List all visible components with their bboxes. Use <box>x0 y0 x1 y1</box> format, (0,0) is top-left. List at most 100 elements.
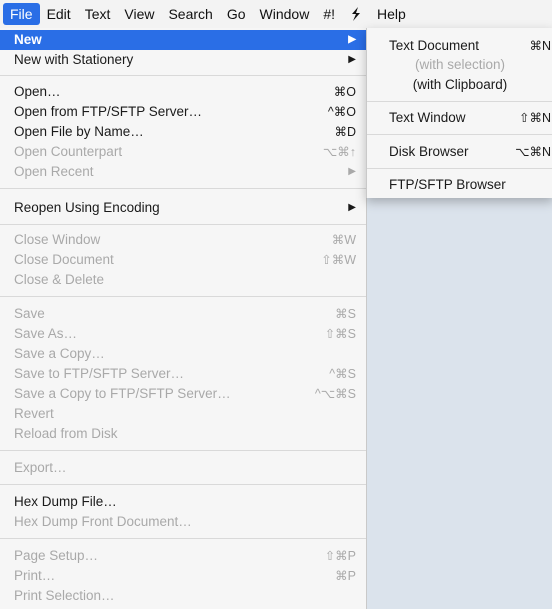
menu-item-shortcut: ⇧⌘S <box>324 327 356 341</box>
menu-item-open-ftp[interactable]: Open from FTP/SFTP Server… ^⌘O <box>14 102 356 122</box>
menu-go[interactable]: Go <box>220 3 253 25</box>
menu-edit[interactable]: Edit <box>40 3 78 25</box>
menu-search[interactable]: Search <box>161 3 219 25</box>
menu-item-revert: Revert <box>14 404 356 424</box>
menu-item-label: Revert <box>14 406 54 421</box>
menu-item-shortcut: ⌘S <box>335 307 356 321</box>
menu-item-save: Save ⌘S <box>14 304 356 324</box>
menu-item-label: Save a Copy to FTP/SFTP Server… <box>14 386 231 401</box>
menu-view[interactable]: View <box>117 3 161 25</box>
menu-item-label: (with Clipboard) <box>412 77 508 92</box>
menu-separator <box>367 168 552 169</box>
menu-item-label: Export… <box>14 460 67 475</box>
menu-item-save-copy-ftp: Save a Copy to FTP/SFTP Server… ^⌥⌘S <box>14 384 356 404</box>
menu-item-label: Reopen Using Encoding <box>14 200 160 215</box>
menu-item-label: Close Window <box>14 232 101 247</box>
menu-item-reopen-encoding[interactable]: Reopen Using Encoding ▶ <box>14 198 356 218</box>
menu-item-shortcut: ⌘N <box>529 39 551 53</box>
menu-item-close-delete: Close & Delete <box>14 270 356 290</box>
submenu-arrow-icon: ▶ <box>348 34 356 45</box>
menu-item-label: Close Document <box>14 252 114 267</box>
menu-item-shortcut: ⌘O <box>333 85 356 99</box>
menu-item-label: Open Counterpart <box>14 144 123 159</box>
menu-item-new-with-stationery[interactable]: New with Stationery ▶ <box>14 50 356 70</box>
menu-shebang[interactable]: #! <box>316 3 342 25</box>
menu-item-label: Save to FTP/SFTP Server… <box>14 366 185 381</box>
submenu-arrow-icon: ▶ <box>348 166 356 177</box>
menu-item-export: Export… <box>14 458 356 478</box>
menu-separator <box>0 224 366 225</box>
new-submenu: Text Document ⌘N (with selection) (with … <box>366 28 552 198</box>
menu-item-label: Save As… <box>14 326 78 341</box>
menu-item-label: Open… <box>14 84 61 99</box>
menu-item-save-ftp: Save to FTP/SFTP Server… ^⌘S <box>14 364 356 384</box>
menu-item-hex-dump-front: Hex Dump Front Document… <box>14 512 356 532</box>
menu-item-shortcut: ^⌘S <box>329 367 356 381</box>
menu-item-label: New <box>14 32 42 47</box>
menu-item-close-window: Close Window ⌘W <box>14 230 356 250</box>
menu-item-label: FTP/SFTP Browser <box>389 177 506 192</box>
submenu-item-ftp-browser[interactable]: FTP/SFTP Browser <box>389 175 551 195</box>
menu-item-shortcut: ⇧⌘N <box>518 111 551 125</box>
menu-item-label: Disk Browser <box>389 144 469 159</box>
menu-item-page-setup: Page Setup… ⇧⌘P <box>14 546 356 566</box>
menu-file[interactable]: File <box>3 3 40 25</box>
menu-item-label: Hex Dump Front Document… <box>14 514 192 529</box>
menu-item-label: Text Document <box>389 38 480 53</box>
menu-item-reload: Reload from Disk <box>14 424 356 444</box>
menu-item-shortcut: ⇧⌘P <box>324 549 356 563</box>
menu-separator <box>0 188 366 189</box>
menu-separator <box>367 101 552 102</box>
menu-item-save-copy: Save a Copy… <box>14 344 356 364</box>
menu-separator <box>367 134 552 135</box>
menu-item-shortcut: ⌘P <box>335 569 356 583</box>
submenu-arrow-icon: ▶ <box>348 54 356 65</box>
menu-separator <box>0 484 366 485</box>
menu-separator <box>0 450 366 451</box>
menu-item-hex-dump-file[interactable]: Hex Dump File… <box>14 492 356 512</box>
menu-help[interactable]: Help <box>370 3 413 25</box>
menu-item-open[interactable]: Open… ⌘O <box>14 82 356 102</box>
menu-window[interactable]: Window <box>253 3 317 25</box>
menu-scripts[interactable] <box>342 3 370 25</box>
submenu-item-text-window[interactable]: Text Window ⇧⌘N <box>389 108 551 128</box>
menu-item-shortcut: ⌥⌘↑ <box>322 145 356 159</box>
menu-item-new[interactable]: New ▶ <box>0 30 366 50</box>
submenu-item-with-clipboard[interactable]: (with Clipboard) <box>367 75 552 95</box>
menu-item-label: Save a Copy… <box>14 346 105 361</box>
menu-item-label: (with selection) <box>414 57 506 72</box>
menu-item-shortcut: ⌥⌘N <box>515 145 551 159</box>
menu-item-open-recent: Open Recent ▶ <box>14 162 356 182</box>
menu-text[interactable]: Text <box>78 3 118 25</box>
menu-item-shortcut: ⇧⌘W <box>321 253 356 267</box>
menu-item-label: Reload from Disk <box>14 426 118 441</box>
menu-item-shortcut: ^⌘O <box>327 105 356 119</box>
menu-separator <box>0 538 366 539</box>
lightning-script-icon <box>352 7 360 21</box>
menu-item-label: Text Window <box>389 110 466 125</box>
menu-item-label: Open Recent <box>14 164 94 179</box>
menu-separator <box>0 296 366 297</box>
menu-item-label: Open File by Name… <box>14 124 144 139</box>
menu-item-open-by-name[interactable]: Open File by Name… ⌘D <box>14 122 356 142</box>
menu-item-open-counterpart: Open Counterpart ⌥⌘↑ <box>14 142 356 162</box>
menu-item-label: Save <box>14 306 45 321</box>
menu-item-close-document: Close Document ⇧⌘W <box>14 250 356 270</box>
file-menu: New ▶ New with Stationery ▶ Open… ⌘O Ope… <box>0 28 367 609</box>
menu-item-label: Page Setup… <box>14 548 99 563</box>
menu-item-label: New with Stationery <box>14 52 134 67</box>
menu-item-print-selection: Print Selection… <box>14 586 356 606</box>
menu-separator <box>0 75 366 76</box>
menu-item-label: Close & Delete <box>14 272 105 287</box>
submenu-item-disk-browser[interactable]: Disk Browser ⌥⌘N <box>389 142 551 162</box>
menu-item-save-as: Save As… ⇧⌘S <box>14 324 356 344</box>
menu-bar: File Edit Text View Search Go Window #! … <box>0 0 552 29</box>
menu-item-print: Print… ⌘P <box>14 566 356 586</box>
submenu-item-with-selection: (with selection) <box>367 55 552 75</box>
menu-item-shortcut: ^⌥⌘S <box>314 387 356 401</box>
submenu-item-text-document[interactable]: Text Document ⌘N <box>389 36 551 56</box>
menu-item-label: Hex Dump File… <box>14 494 117 509</box>
menu-item-shortcut: ⌘D <box>334 125 356 139</box>
submenu-arrow-icon: ▶ <box>348 202 356 213</box>
menu-item-shortcut: ⌘W <box>331 233 356 247</box>
